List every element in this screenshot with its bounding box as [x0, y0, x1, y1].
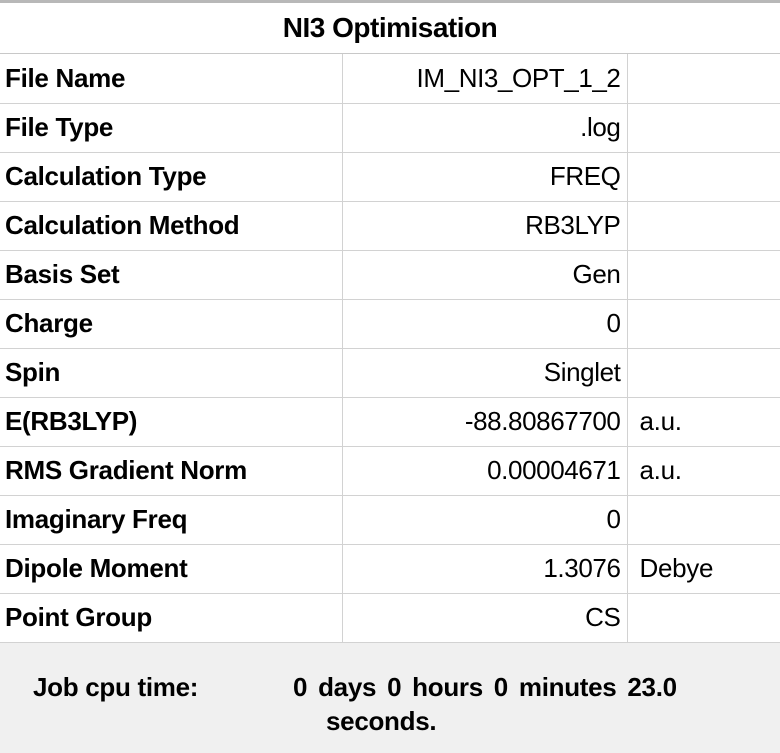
property-value: 1.3076: [341, 543, 628, 594]
property-value: IM_NI3_OPT_1_2: [341, 54, 628, 104]
property-value: 0: [341, 494, 628, 545]
property-unit: [626, 249, 780, 300]
property-unit: Debye: [626, 543, 780, 594]
property-name: E(RB3LYP): [0, 396, 343, 447]
property-name: Calculation Type: [0, 151, 343, 202]
property-unit: [626, 298, 780, 349]
property-unit: [626, 151, 780, 202]
property-unit: [626, 494, 780, 545]
table-row[interactable]: File Type .log: [0, 102, 780, 153]
property-unit: [626, 54, 780, 104]
property-unit: [626, 592, 780, 643]
property-name: File Type: [0, 102, 343, 153]
table-row[interactable]: Calculation Method RB3LYP: [0, 200, 780, 251]
table-row[interactable]: Charge 0: [0, 298, 780, 349]
property-value: 0.00004671: [341, 445, 628, 496]
property-unit: [626, 200, 780, 251]
property-unit: a.u.: [626, 396, 780, 447]
cpu-time-value-cont: seconds.: [326, 706, 437, 736]
table-row[interactable]: Point Group CS: [0, 592, 780, 643]
property-value: RB3LYP: [341, 200, 628, 251]
property-unit: [626, 102, 780, 153]
summary-panel: NI3 Optimisation File Name IM_NI3_OPT_1_2…: [0, 0, 780, 753]
property-value: Singlet: [341, 347, 628, 398]
property-value: .log: [341, 102, 628, 153]
property-value: -88.80867700: [341, 396, 628, 447]
property-name: Dipole Moment: [0, 543, 343, 594]
table-row[interactable]: Imaginary Freq 0: [0, 494, 780, 545]
property-value: CS: [341, 592, 628, 643]
property-unit: a.u.: [626, 445, 780, 496]
table-row[interactable]: Dipole Moment 1.3076 Debye: [0, 543, 780, 594]
property-name: Point Group: [0, 592, 343, 643]
table-row[interactable]: E(RB3LYP) -88.80867700 a.u.: [0, 396, 780, 447]
property-name: File Name: [0, 54, 343, 104]
property-value: 0: [341, 298, 628, 349]
table-row[interactable]: File Name IM_NI3_OPT_1_2: [0, 54, 780, 104]
property-value: FREQ: [341, 151, 628, 202]
property-name: Basis Set: [0, 249, 343, 300]
panel-header: NI3 Optimisation: [0, 0, 780, 54]
property-unit: [626, 347, 780, 398]
table-row[interactable]: Calculation Type FREQ: [0, 151, 780, 202]
property-name: Charge: [0, 298, 343, 349]
property-name: Imaginary Freq: [0, 494, 343, 545]
cpu-time-value: 0 days 0 hours 0 minutes 23.0: [293, 672, 677, 702]
panel-title: NI3 Optimisation: [282, 12, 498, 43]
table-row[interactable]: RMS Gradient Norm 0.00004671 a.u.: [0, 445, 780, 496]
properties-table: File Name IM_NI3_OPT_1_2 File Type .log Calc…: [0, 54, 780, 643]
table-row[interactable]: Spin Singlet: [0, 347, 780, 398]
property-value: Gen: [341, 249, 628, 300]
property-name: Spin: [0, 347, 343, 398]
property-name: Calculation Method: [0, 200, 343, 251]
cpu-time-label: Job cpu time:: [33, 672, 199, 702]
job-cpu-time: Job cpu time: 0 days 0 hours 0 minutes 2…: [0, 656, 780, 753]
table-row[interactable]: Basis Set Gen: [0, 249, 780, 300]
property-name: RMS Gradient Norm: [0, 445, 343, 496]
